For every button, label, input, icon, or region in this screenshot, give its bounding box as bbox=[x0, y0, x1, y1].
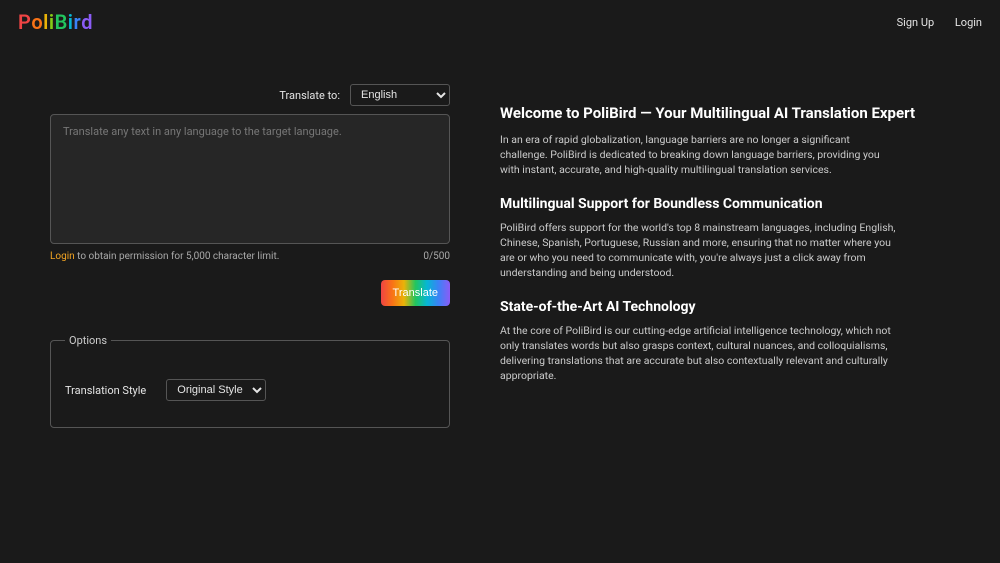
translation-style-select[interactable]: Original StyleFormalCasual bbox=[166, 379, 266, 401]
translate-button[interactable]: Translate bbox=[381, 280, 450, 306]
hero-heading: Welcome to PoliBird — Your Multilingual … bbox=[500, 104, 950, 122]
char-limit-note: Login to obtain permission for 5,000 cha… bbox=[50, 251, 279, 262]
hero-paragraph: In an era of rapid globalization, langua… bbox=[500, 132, 900, 178]
char-count: 0/500 bbox=[423, 251, 450, 262]
options-panel: Options Translation Style Original Style… bbox=[50, 334, 450, 428]
options-legend: Options bbox=[65, 334, 111, 347]
source-text-input[interactable] bbox=[50, 114, 450, 244]
section-paragraph-multilingual: PoliBird offers support for the world's … bbox=[500, 220, 900, 281]
signup-link[interactable]: Sign Up bbox=[897, 16, 935, 29]
translate-to-label: Translate to: bbox=[279, 89, 340, 102]
char-limit-login-link[interactable]: Login bbox=[50, 251, 75, 262]
section-heading-ai: State-of-the-Art AI Technology bbox=[500, 299, 950, 315]
target-language-select[interactable]: EnglishChineseSpanishPortugueseRussianFr… bbox=[350, 84, 450, 106]
brand-logo: PoliBird bbox=[18, 10, 93, 34]
translation-style-label: Translation Style bbox=[65, 384, 146, 397]
section-heading-multilingual: Multilingual Support for Boundless Commu… bbox=[500, 196, 950, 212]
login-link[interactable]: Login bbox=[955, 16, 982, 29]
section-paragraph-ai: At the core of PoliBird is our cutting-e… bbox=[500, 323, 900, 384]
